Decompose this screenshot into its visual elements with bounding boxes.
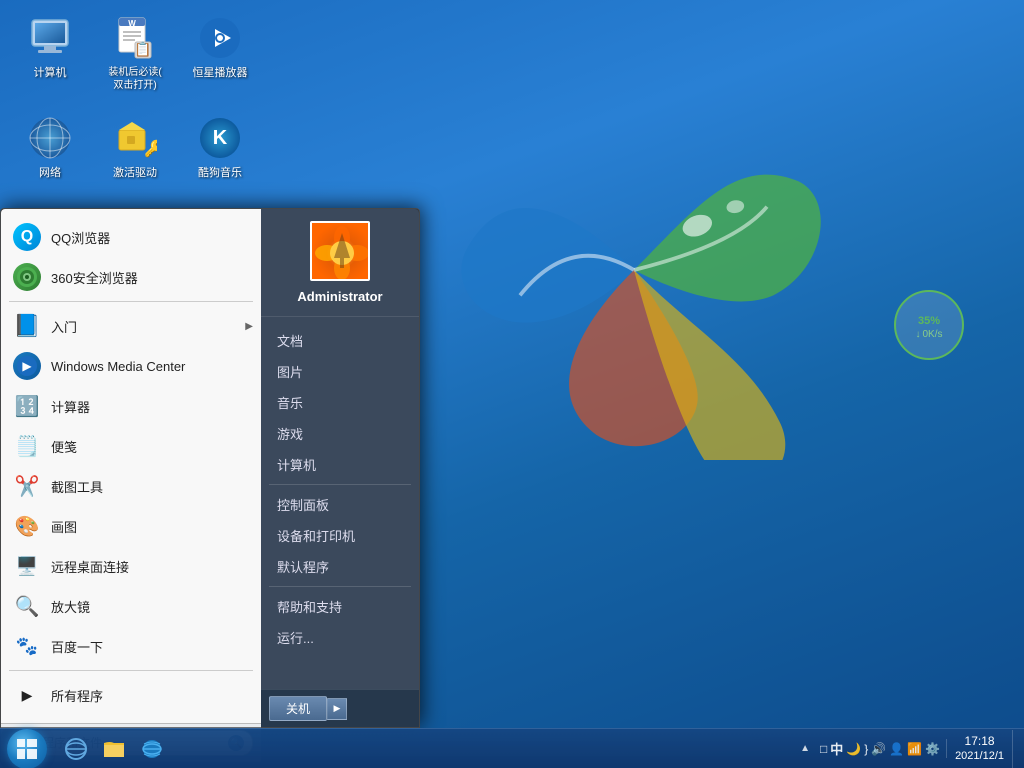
rumen-icon: 📘 bbox=[13, 313, 40, 339]
user-avatar[interactable] bbox=[310, 221, 370, 281]
start-right-run[interactable]: 运行... bbox=[261, 622, 419, 653]
wmc-icon: ▶ bbox=[13, 352, 41, 380]
magnifier-icon: 🔍 bbox=[15, 594, 40, 619]
tray-expand[interactable]: ▲ bbox=[798, 743, 812, 754]
sticky-icon: 🗒️ bbox=[15, 434, 40, 459]
user-name: Administrator bbox=[297, 289, 382, 304]
system-tray: ▲ □ 中 🌙 } 🔊 👤 📶 ⚙️ 17:18 2021/12/1 bbox=[798, 730, 1024, 768]
start-menu-items: Q QQ浏览器 bbox=[1, 209, 261, 723]
start-item-rumen[interactable]: 📘 入门 ▶ bbox=[1, 306, 261, 346]
start-item-sticky[interactable]: 🗒️ 便笺 bbox=[1, 426, 261, 466]
show-desktop-button[interactable] bbox=[1012, 730, 1020, 768]
desktop-icon-computer[interactable]: 计算机 bbox=[10, 10, 90, 96]
svg-text:▶: ▶ bbox=[22, 359, 32, 373]
start-item-baidu[interactable]: 🐾 百度一下 bbox=[1, 626, 261, 666]
taskbar: ▲ □ 中 🌙 } 🔊 👤 📶 ⚙️ 17:18 2021/12/1 bbox=[0, 728, 1024, 768]
desktop-icon-kugo[interactable]: K 酷狗音乐 bbox=[180, 110, 260, 184]
desktop-icon-hengxing[interactable]: 恒星播放器 bbox=[180, 10, 260, 96]
svg-text:W: W bbox=[128, 19, 136, 28]
start-menu-left: Q QQ浏览器 bbox=[1, 209, 261, 727]
start-orb bbox=[7, 729, 47, 768]
start-item-snip[interactable]: ✂️ 截图工具 bbox=[1, 466, 261, 506]
tray-icon-net[interactable]: 📶 bbox=[907, 742, 922, 756]
start-item-qq-browser[interactable]: Q QQ浏览器 bbox=[1, 217, 261, 257]
qq-icon: Q bbox=[13, 223, 41, 251]
start-right-default-progs[interactable]: 默认程序 bbox=[261, 551, 419, 582]
start-right-pics[interactable]: 图片 bbox=[261, 356, 419, 387]
all-programs-icon: ▶ bbox=[22, 687, 33, 704]
start-menu: Q QQ浏览器 bbox=[0, 208, 420, 728]
net-speed: ↓ 0K/s bbox=[915, 329, 942, 340]
start-item-all-programs[interactable]: ▶ 所有程序 bbox=[1, 675, 261, 715]
desktop: 35% ↓ 0K/s bbox=[0, 0, 1024, 768]
start-right-control-panel[interactable]: 控制面板 bbox=[261, 489, 419, 520]
tray-icon-3[interactable]: } bbox=[864, 742, 868, 756]
right-separator-2 bbox=[269, 586, 411, 587]
start-item-magnifier[interactable]: 🔍 放大镜 bbox=[1, 586, 261, 626]
start-menu-right: Administrator 文档 图片 音乐 游戏 计算机 控制面板 设备和打印… bbox=[261, 209, 419, 727]
menu-separator-1 bbox=[9, 301, 253, 302]
net-percent: 35% bbox=[918, 311, 940, 329]
net-speed-widget[interactable]: 35% ↓ 0K/s bbox=[894, 290, 964, 360]
taskbar-explorer[interactable] bbox=[96, 731, 132, 767]
tray-lang[interactable]: 中 bbox=[830, 739, 843, 758]
start-right-docs[interactable]: 文档 bbox=[261, 325, 419, 356]
desktop-icon-driver[interactable]: 🔑 激活驱动 bbox=[95, 110, 175, 184]
start-right-computer[interactable]: 计算机 bbox=[261, 449, 419, 480]
start-menu-user: Administrator bbox=[261, 209, 419, 317]
start-right-games[interactable]: 游戏 bbox=[261, 418, 419, 449]
right-separator bbox=[269, 484, 411, 485]
menu-separator-2 bbox=[9, 670, 253, 671]
shutdown-button[interactable]: 关机 bbox=[269, 696, 327, 721]
start-button[interactable] bbox=[0, 729, 54, 768]
tray-clock[interactable]: 17:18 2021/12/1 bbox=[949, 734, 1010, 764]
tray-icon-moon[interactable]: 🌙 bbox=[846, 742, 861, 756]
tray-icon-user[interactable]: 👤 bbox=[889, 742, 904, 756]
start-right-devices[interactable]: 设备和打印机 bbox=[261, 520, 419, 551]
shutdown-bar: 关机 ▶ bbox=[261, 689, 419, 727]
start-item-360-browser[interactable]: 360安全浏览器 bbox=[1, 257, 261, 297]
windows-logo bbox=[444, 80, 824, 460]
shutdown-arrow[interactable]: ▶ bbox=[327, 698, 347, 720]
baidu-icon: 🐾 bbox=[16, 636, 38, 657]
start-item-wmc[interactable]: ▶ Windows Media Center bbox=[1, 346, 261, 386]
start-right-music[interactable]: 音乐 bbox=[261, 387, 419, 418]
360-icon bbox=[13, 263, 41, 291]
paint-icon: 🎨 bbox=[15, 514, 40, 539]
tray-icon-settings[interactable]: ⚙️ bbox=[925, 742, 940, 756]
desktop-icon-network[interactable]: 网络 bbox=[10, 110, 90, 184]
start-item-paint[interactable]: 🎨 画图 bbox=[1, 506, 261, 546]
calc-icon: 🔢 bbox=[15, 394, 40, 419]
start-item-calculator[interactable]: 🔢 计算器 bbox=[1, 386, 261, 426]
tray-icon-vol[interactable]: 🔊 bbox=[871, 742, 886, 756]
start-item-rdp[interactable]: 🖥️ 远程桌面连接 bbox=[1, 546, 261, 586]
start-right-help[interactable]: 帮助和支持 bbox=[261, 591, 419, 622]
taskbar-apps bbox=[54, 731, 174, 767]
svg-text:📋: 📋 bbox=[134, 41, 151, 58]
submenu-arrow: ▶ bbox=[245, 321, 253, 332]
svg-text:🔑: 🔑 bbox=[144, 139, 157, 158]
svg-text:K: K bbox=[213, 127, 228, 149]
rdp-icon: 🖥️ bbox=[16, 556, 38, 577]
taskbar-ie[interactable] bbox=[134, 731, 170, 767]
taskbar-network[interactable] bbox=[58, 731, 94, 767]
tray-icons: □ 中 🌙 } 🔊 👤 📶 ⚙️ bbox=[814, 739, 947, 758]
tray-icon-1[interactable]: □ bbox=[820, 742, 827, 756]
start-right-items: 文档 图片 音乐 游戏 计算机 控制面板 设备和打印机 默认程序 帮助和支持 运… bbox=[261, 317, 419, 689]
desktop-icon-postinstall[interactable]: W 📋 装机后必读(双击打开) bbox=[95, 10, 175, 96]
snip-icon: ✂️ bbox=[15, 474, 40, 499]
